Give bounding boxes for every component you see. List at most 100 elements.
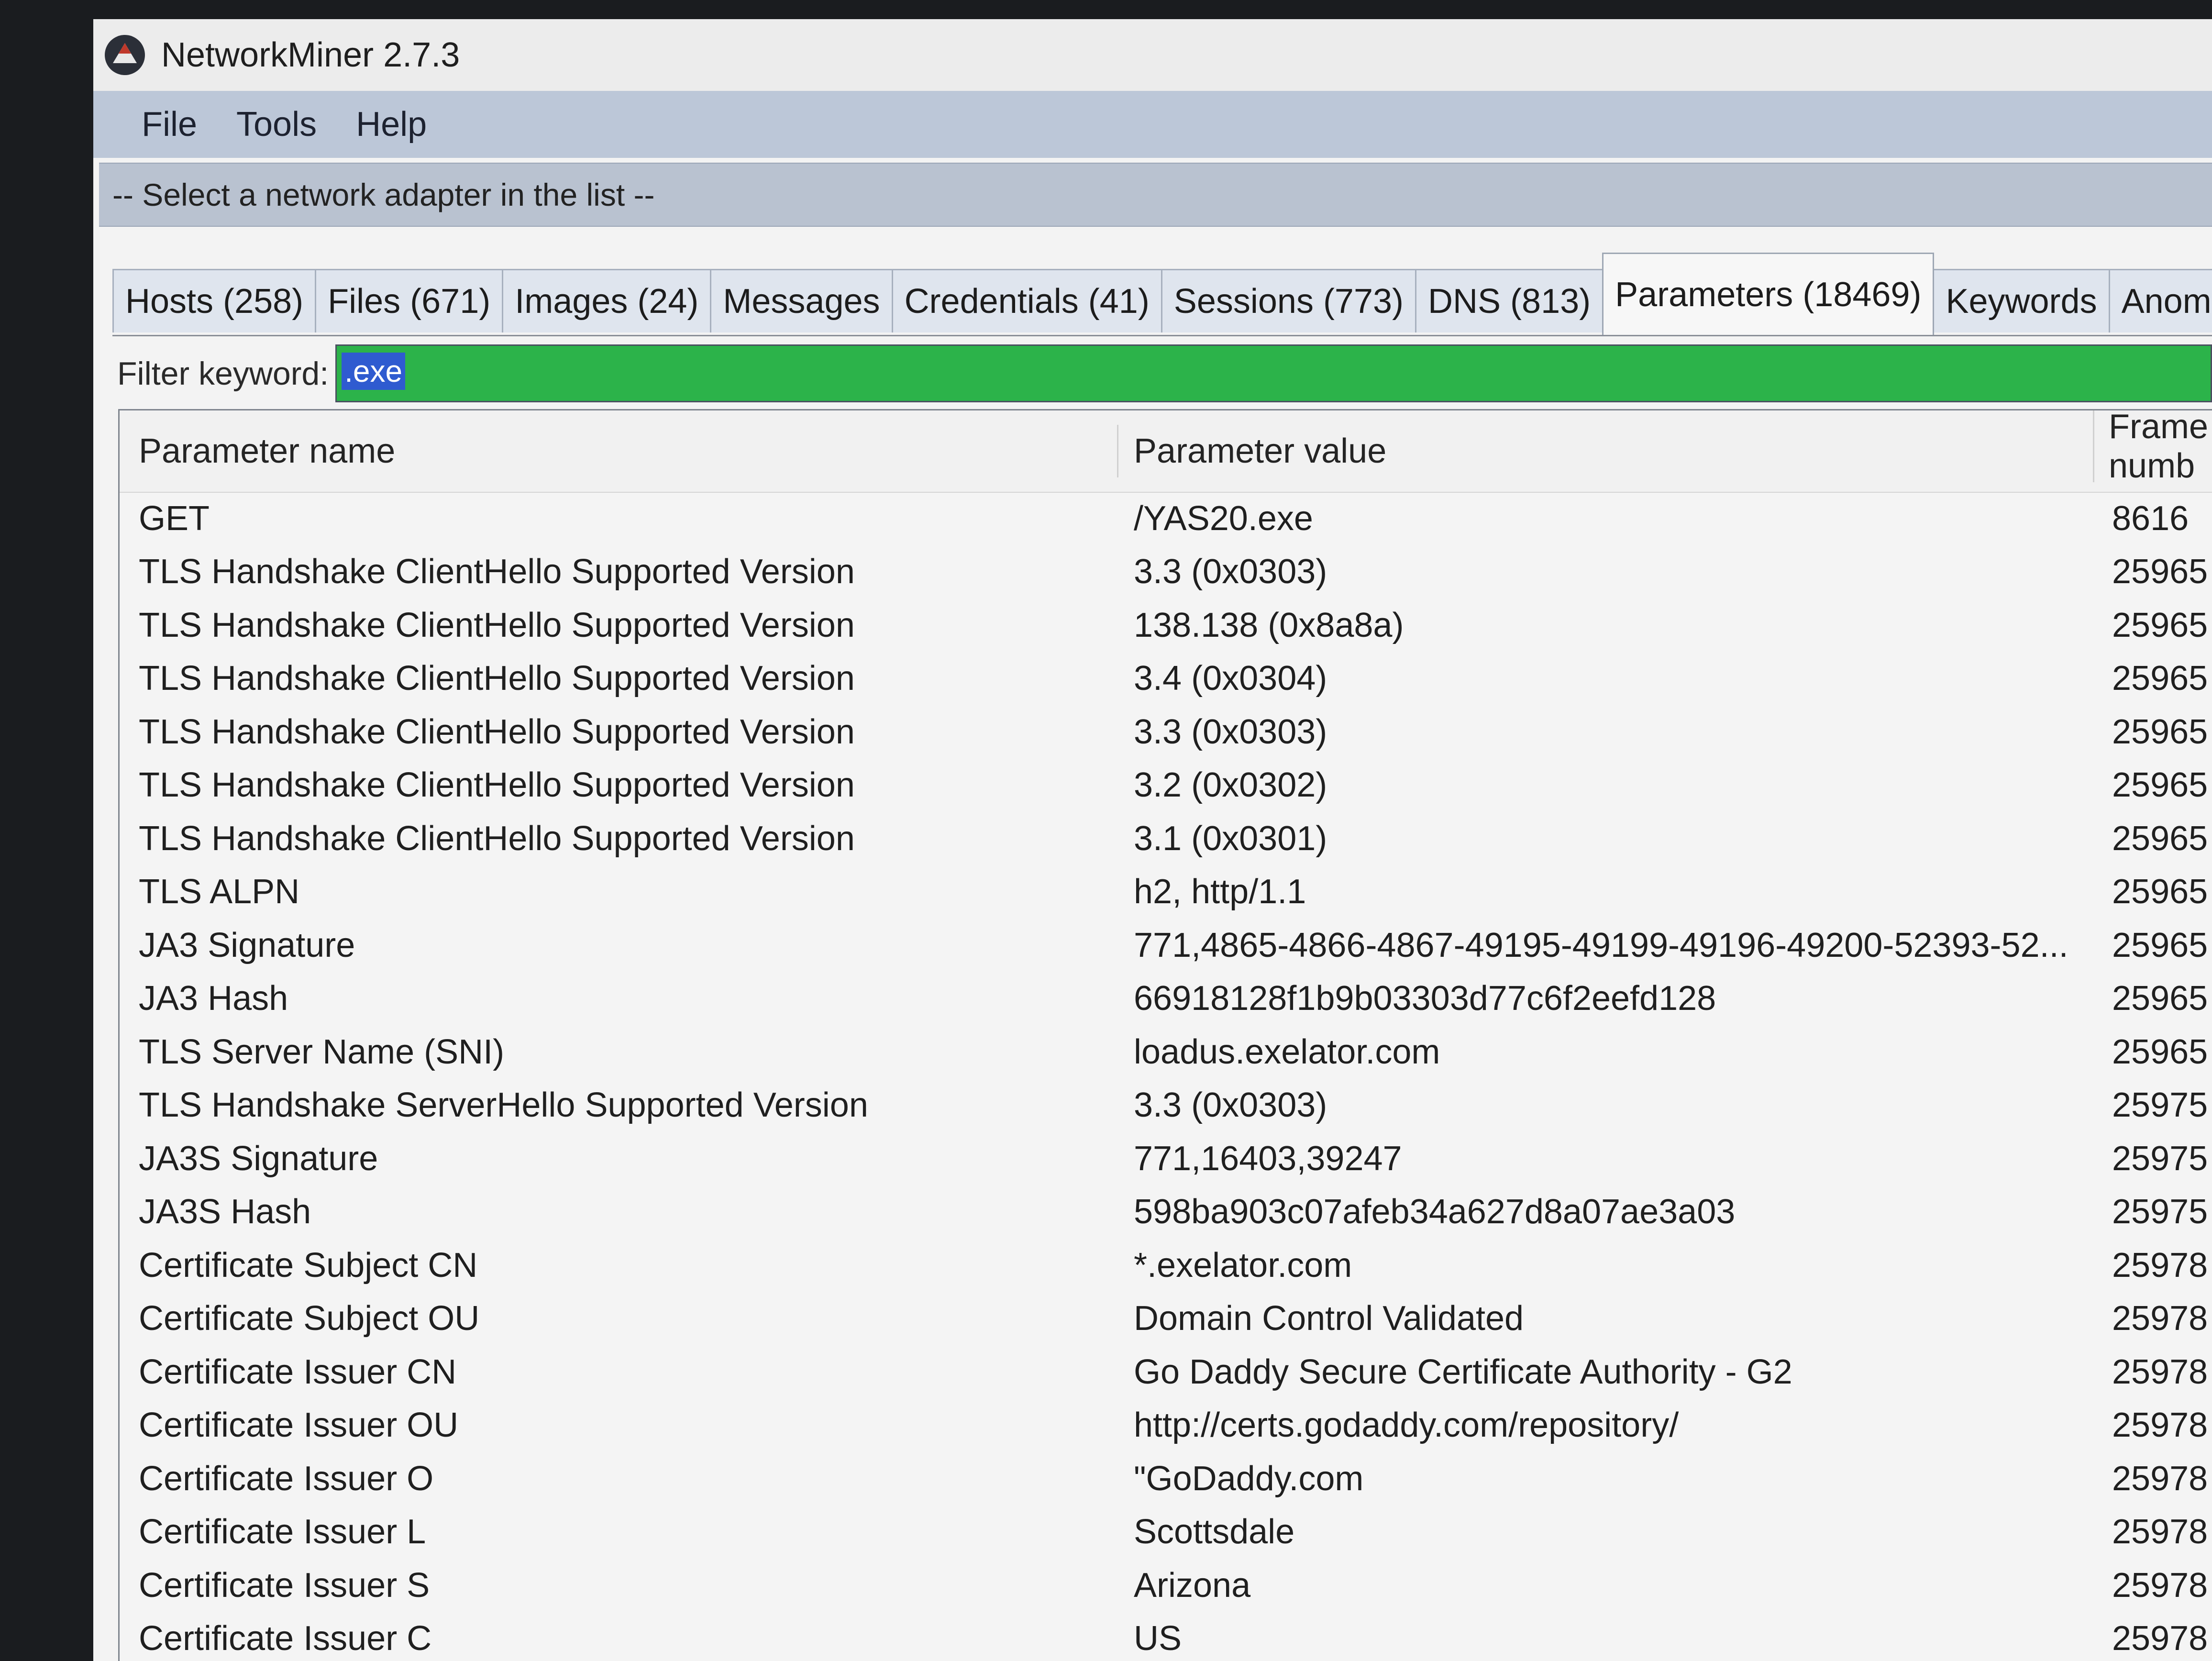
column-header-frame-number[interactable]: Frame numb xyxy=(2093,408,2212,485)
frame-number-cell: 25965 xyxy=(2112,606,2208,644)
parameter-name-cell: Certificate Issuer C xyxy=(139,1619,432,1658)
table-row[interactable]: Certificate Issuer O "GoDaddy.com 25978 xyxy=(120,1452,2212,1506)
tab-credentials[interactable]: Credentials (41) xyxy=(891,269,1162,332)
parameter-value-cell: "GoDaddy.com xyxy=(1134,1459,1364,1498)
frame-number-cell: 25975 xyxy=(2112,1193,2208,1231)
table-row[interactable]: TLS Server Name (SNI) loadus.exelator.com… xyxy=(120,1025,2212,1079)
tab-keywords[interactable]: Keywords xyxy=(1933,269,2110,332)
menu-file[interactable]: File xyxy=(139,101,200,148)
parameters-table: Parameter name Parameter value Frame num… xyxy=(118,408,2212,1661)
parameter-name-cell: TLS Handshake ClientHello Supported Vers… xyxy=(139,553,855,591)
tab-dns[interactable]: DNS (813) xyxy=(1415,269,1604,332)
table-row[interactable]: TLS Handshake ClientHello Supported Vers… xyxy=(120,545,2212,599)
title-bar: NetworkMiner 2.7.3 xyxy=(93,19,2212,91)
filter-keyword-value: .exe xyxy=(342,353,406,390)
filter-row: Filter keyword: .exe xyxy=(112,335,2212,410)
parameter-name-cell: TLS Handshake ClientHello Supported Vers… xyxy=(139,712,855,751)
app-window: NetworkMiner 2.7.3 File Tools Help -- Se… xyxy=(93,19,2212,1661)
table-row[interactable]: JA3 Signature 771,4865-4866-4867-49195-49… xyxy=(120,919,2212,972)
parameter-value-cell: 3.3 (0x0303) xyxy=(1134,553,1327,591)
network-adapter-select[interactable]: -- Select a network adapter in the list … xyxy=(99,163,2212,227)
table-row[interactable]: Certificate Issuer OU http://certs.godadd… xyxy=(120,1399,2212,1452)
table-row[interactable]: JA3S Hash 598ba903c07afeb34a627d8a07ae3a0… xyxy=(120,1185,2212,1239)
parameter-value-cell: *.exelator.com xyxy=(1134,1246,1352,1285)
frame-number-cell: 25965 xyxy=(2112,873,2208,911)
parameter-name-cell: TLS Handshake ClientHello Supported Vers… xyxy=(139,659,855,698)
parameter-name-cell: JA3 Hash xyxy=(139,979,288,1018)
tab-anomalies[interactable]: Anomal xyxy=(2108,269,2212,332)
parameter-name-cell: Certificate Subject CN xyxy=(139,1246,478,1285)
parameter-value-cell: 66918128f1b9b03303d77c6f2eefd128 xyxy=(1134,979,1716,1018)
menu-tools[interactable]: Tools xyxy=(233,101,320,148)
frame-number-cell: 25965 xyxy=(2112,766,2208,805)
table-row[interactable]: JA3S Signature 771,16403,39247 25975 xyxy=(120,1132,2212,1185)
parameter-value-cell: 771,16403,39247 xyxy=(1134,1139,1402,1178)
parameter-name-cell: TLS Handshake ServerHello Supported Vers… xyxy=(139,1086,868,1125)
table-row[interactable]: Certificate Subject CN *.exelator.com 2597… xyxy=(120,1239,2212,1292)
parameter-name-cell: Certificate Subject OU xyxy=(139,1299,480,1338)
parameter-name-cell: JA3S Signature xyxy=(139,1139,378,1178)
networkminer-logo-icon xyxy=(102,32,148,78)
parameter-value-cell: Arizona xyxy=(1134,1566,1251,1605)
frame-number-cell: 25965 xyxy=(2112,1032,2208,1071)
frame-number-cell: 25965 xyxy=(2112,979,2208,1018)
parameter-name-cell: Certificate Issuer O xyxy=(139,1459,434,1498)
table-row[interactable]: TLS Handshake ClientHello Supported Vers… xyxy=(120,705,2212,759)
parameter-name-cell: TLS Handshake ClientHello Supported Vers… xyxy=(139,606,855,644)
parameter-name-cell: Certificate Issuer CN xyxy=(139,1352,457,1391)
table-row[interactable]: Certificate Issuer CN Go Daddy Secure Cer… xyxy=(120,1345,2212,1399)
tab-messages[interactable]: Messages xyxy=(710,269,893,332)
frame-number-cell: 25978 xyxy=(2112,1406,2208,1445)
parameter-name-cell: JA3S Hash xyxy=(139,1193,311,1231)
table-row[interactable]: Certificate Issuer L Scottsdale 25978 xyxy=(120,1506,2212,1559)
parameter-value-cell: h2, http/1.1 xyxy=(1134,873,1306,911)
frame-number-cell: 25965 xyxy=(2112,819,2208,858)
table-row[interactable]: TLS Handshake ServerHello Supported Vers… xyxy=(120,1079,2212,1132)
table-row[interactable]: TLS Handshake ClientHello Supported Vers… xyxy=(120,652,2212,706)
table-header: Parameter name Parameter value Frame num… xyxy=(120,408,2212,493)
tab-hosts[interactable]: Hosts (258) xyxy=(112,269,317,332)
tab-parameters[interactable]: Parameters (18469) xyxy=(1602,253,1935,335)
parameter-value-cell: 598ba903c07afeb34a627d8a07ae3a03 xyxy=(1134,1193,1736,1231)
table-row[interactable]: TLS Handshake ClientHello Supported Vers… xyxy=(120,812,2212,865)
parameter-name-cell: TLS Server Name (SNI) xyxy=(139,1032,505,1071)
table-row[interactable]: TLS Handshake ClientHello Supported Vers… xyxy=(120,759,2212,812)
parameter-name-cell: GET xyxy=(139,499,210,538)
frame-number-cell: 25965 xyxy=(2112,659,2208,698)
frame-number-cell: 25978 xyxy=(2112,1459,2208,1498)
parameter-value-cell: http://certs.godaddy.com/repository/ xyxy=(1134,1406,1679,1445)
frame-number-cell: 25978 xyxy=(2112,1513,2208,1551)
parameter-value-cell: 3.4 (0x0304) xyxy=(1134,659,1327,698)
table-row[interactable]: TLS Handshake ClientHello Supported Vers… xyxy=(120,598,2212,652)
window-title: NetworkMiner 2.7.3 xyxy=(161,36,460,74)
parameter-value-cell: loadus.exelator.com xyxy=(1134,1032,1440,1071)
parameter-name-cell: JA3 Signature xyxy=(139,926,355,964)
column-header-parameter-value[interactable]: Parameter value xyxy=(1117,425,1386,477)
table-row[interactable]: TLS ALPN h2, http/1.1 25965 xyxy=(120,865,2212,919)
parameter-value-cell: 771,4865-4866-4867-49195-49199-49196-492… xyxy=(1134,926,2068,964)
parameter-value-cell: 3.1 (0x0301) xyxy=(1134,819,1327,858)
parameter-value-cell: 138.138 (0x8a8a) xyxy=(1134,606,1404,644)
frame-number-cell: 8616 xyxy=(2112,499,2189,538)
table-row[interactable]: Certificate Subject OU Domain Control Val… xyxy=(120,1292,2212,1346)
parameter-value-cell: 3.3 (0x0303) xyxy=(1134,712,1327,751)
filter-keyword-input[interactable]: .exe xyxy=(335,344,2212,402)
table-row[interactable]: JA3 Hash 66918128f1b9b03303d77c6f2eefd128… xyxy=(120,972,2212,1026)
tab-sessions[interactable]: Sessions (773) xyxy=(1161,269,1417,332)
menu-help[interactable]: Help xyxy=(353,101,430,148)
frame-number-cell: 25975 xyxy=(2112,1086,2208,1125)
frame-number-cell: 25965 xyxy=(2112,553,2208,591)
frame-number-cell: 25978 xyxy=(2112,1619,2208,1658)
column-header-parameter-name[interactable]: Parameter name xyxy=(139,410,395,492)
adapter-select-text: -- Select a network adapter in the list … xyxy=(112,177,655,212)
table-row[interactable]: Certificate Issuer S Arizona 25978 xyxy=(120,1559,2212,1612)
tab-files[interactable]: Files (671) xyxy=(315,269,504,332)
parameter-name-cell: Certificate Issuer OU xyxy=(139,1406,459,1445)
table-row[interactable]: Certificate Issuer C US 25978 xyxy=(120,1612,2212,1661)
tab-images[interactable]: Images (24) xyxy=(502,269,712,332)
parameter-name-cell: Certificate Issuer S xyxy=(139,1566,430,1605)
frame-number-cell: 25978 xyxy=(2112,1566,2208,1605)
table-body: GET/YAS20.exe 8616 TLS Handshake ClientHel… xyxy=(120,492,2212,1661)
table-row[interactable]: GET/YAS20.exe 8616 xyxy=(120,492,2212,545)
parameter-name-cell: Certificate Issuer L xyxy=(139,1513,426,1551)
